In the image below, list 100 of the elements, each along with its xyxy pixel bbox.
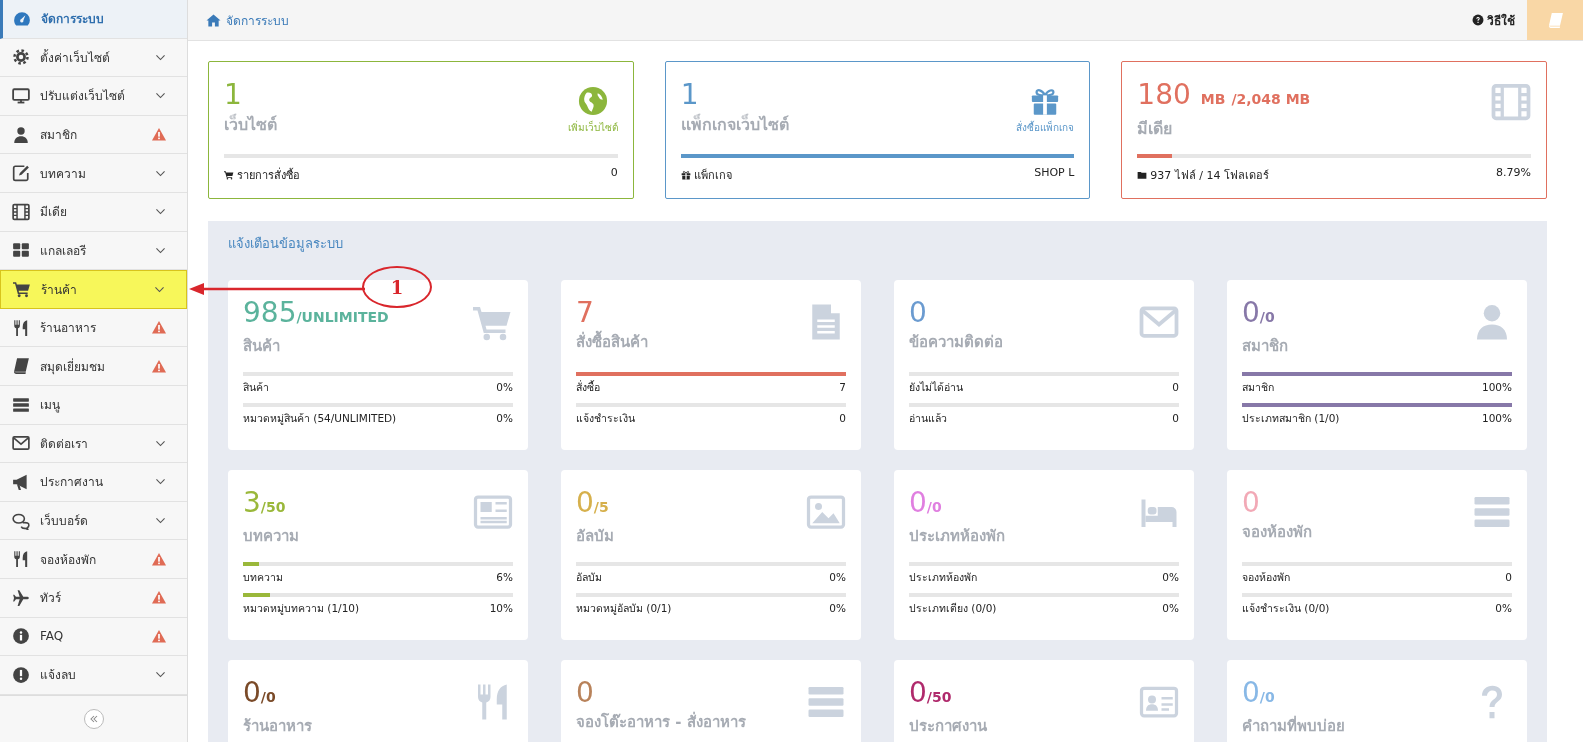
gear-icon (12, 48, 30, 67)
sidebar-item[interactable]: ประกาศงาน (0, 463, 187, 502)
cart-icon (224, 170, 234, 180)
utensils-icon (12, 318, 30, 337)
stat-label: ประเภทห้องพัก (909, 526, 1005, 547)
gift-icon (1030, 86, 1061, 116)
warning-icon (151, 127, 167, 143)
footer-value: SHOP L (1034, 166, 1075, 181)
footer-value: 8.79% (1496, 166, 1531, 181)
stat-value: 0 (1242, 486, 1261, 520)
stat-label: ข้อความติดต่อ (909, 332, 1003, 353)
sidebar-item[interactable]: FAQ (0, 617, 187, 657)
sidebar-item[interactable]: ตั้งค่าเว็บไซต์ (0, 38, 187, 78)
stat-value: 0 (576, 676, 595, 710)
sidebar-item[interactable]: มีเดีย (0, 192, 187, 232)
row-label: สั่งซื้อ (576, 381, 600, 394)
footer-label: รายการสั่งซื้อ (224, 166, 300, 184)
row-value: 100% (1481, 412, 1512, 425)
envelope-icon (12, 434, 30, 453)
sidebar-item[interactable]: บทความ (0, 154, 187, 193)
sidebar-item[interactable]: ติดต่อเรา (0, 424, 187, 464)
newspaper-icon (473, 492, 513, 532)
stat-value: 0 (909, 296, 928, 330)
row-value: 0 (1172, 412, 1179, 425)
row-label: บทความ (243, 571, 283, 584)
user-icon (12, 125, 30, 144)
grid-icon (12, 241, 30, 260)
gift-icon (680, 170, 691, 180)
sidebar-item[interactable]: สมาชิก (0, 115, 187, 155)
sidebar-item[interactable]: ร้านอาหาร (0, 308, 187, 348)
sidebar-item[interactable]: ร้านค้า (0, 270, 187, 309)
row-label: แจ้งชำระเงิน (0/0) (1242, 602, 1330, 615)
row-value: 0 (839, 412, 846, 425)
sidebar-item[interactable]: แจ้งลบ (0, 656, 187, 695)
stat-label: จองโต๊ะอาหาร - สั่งอาหาร (576, 710, 746, 733)
row-label: อ่านแล้ว (909, 412, 947, 425)
folder-icon (1137, 170, 1148, 180)
footer-label: 937 ไฟล์ / 14 โฟลเดอร์ (1137, 166, 1269, 184)
home-icon (206, 12, 221, 28)
stat-value: 0/0 (909, 486, 943, 521)
globe-icon (577, 86, 608, 116)
plane-icon (12, 588, 30, 607)
sidebar-item[interactable]: จัดการระบบ (0, 0, 187, 39)
row-label: ยังไม่ได้อ่าน (909, 381, 963, 394)
info-icon (12, 627, 30, 646)
row-label: สินค้า (243, 381, 269, 394)
footer-value: 0 (610, 166, 618, 181)
stat-label: บทความ (243, 526, 299, 547)
list-icon (12, 395, 30, 414)
stat-label: แพ็กเกจเว็บไซต์ (680, 112, 789, 136)
warning-icon (151, 590, 167, 606)
row-label: หมวดหมู่สินค้า (54/UNLIMITED) (243, 412, 397, 425)
stat-label: เว็บไซต์ (224, 112, 277, 136)
sidebar-item[interactable]: สมุดเยี่ยมชม (0, 347, 187, 386)
row-value: 10% (489, 602, 513, 615)
stat-value: 0/0 (1242, 296, 1276, 331)
stat-value: 0/50 (909, 676, 953, 711)
stat-label: อัลบัม (576, 526, 614, 547)
stat-label: สมาชิก (1242, 336, 1288, 357)
stat-value: 3/50 (243, 486, 287, 521)
stat-value: 0/0 (243, 676, 277, 711)
cart-icon (13, 280, 31, 299)
stat-value: 1 (680, 78, 700, 112)
warning-icon (151, 320, 167, 336)
row-value: 0% (829, 602, 846, 615)
breadcrumb-link[interactable]: จัดการระบบ (206, 10, 289, 30)
row-label: แจ้งชำระเงิน (576, 412, 635, 425)
sidebar-item[interactable]: จองห้องพัก (0, 540, 187, 579)
collapse-button[interactable] (83, 708, 104, 729)
warning-icon (151, 551, 167, 567)
stat-value: 180 MB /2,048 MB (1137, 78, 1311, 113)
stat-value: 0/0 (1242, 676, 1276, 711)
stat-label: ประกาศงาน (909, 716, 987, 737)
book-icon (1546, 11, 1564, 29)
row-label: ประเภทเตียง (0/0) (909, 602, 997, 615)
sidebar-item[interactable]: ปรับแต่งเว็บไซต์ (0, 77, 187, 116)
edit-icon (12, 164, 30, 183)
warning-icon (151, 628, 167, 644)
stat-label: คำถามที่พบบ่อย (1242, 714, 1345, 737)
help-link[interactable]: วิธีใช้ (1472, 10, 1515, 30)
sidebar-item[interactable]: ทัวร์ (0, 578, 187, 618)
sidebar-item[interactable]: เว็บบอร์ด (0, 501, 187, 541)
image-icon (806, 492, 846, 532)
callout-marker: 1 (362, 266, 432, 308)
panel-title: แจ้งเตือนข้อมูลระบบ (228, 235, 344, 254)
sidebar-item[interactable]: เมนู (0, 385, 187, 425)
stat-label: จองห้องพัก (1242, 522, 1312, 543)
stat-label: สั่งซื้อสินค้า (576, 330, 648, 354)
row-label: ประเภทห้องพัก (909, 571, 977, 584)
row-label: หมวดหมู่อัลบัม (0/1) (576, 602, 672, 615)
row-label: อัลบัม (576, 571, 602, 584)
row-value: 6% (496, 571, 513, 584)
utensils-icon (12, 550, 30, 569)
footer-label: แพ็กเกจ (680, 166, 732, 184)
row-value: 100% (1481, 381, 1512, 394)
row-value: 0% (1162, 571, 1179, 584)
row-value: 0% (496, 412, 513, 425)
megaphone-icon (12, 472, 30, 491)
monitor-icon (12, 87, 30, 105)
stat-value: 7 (576, 296, 595, 330)
